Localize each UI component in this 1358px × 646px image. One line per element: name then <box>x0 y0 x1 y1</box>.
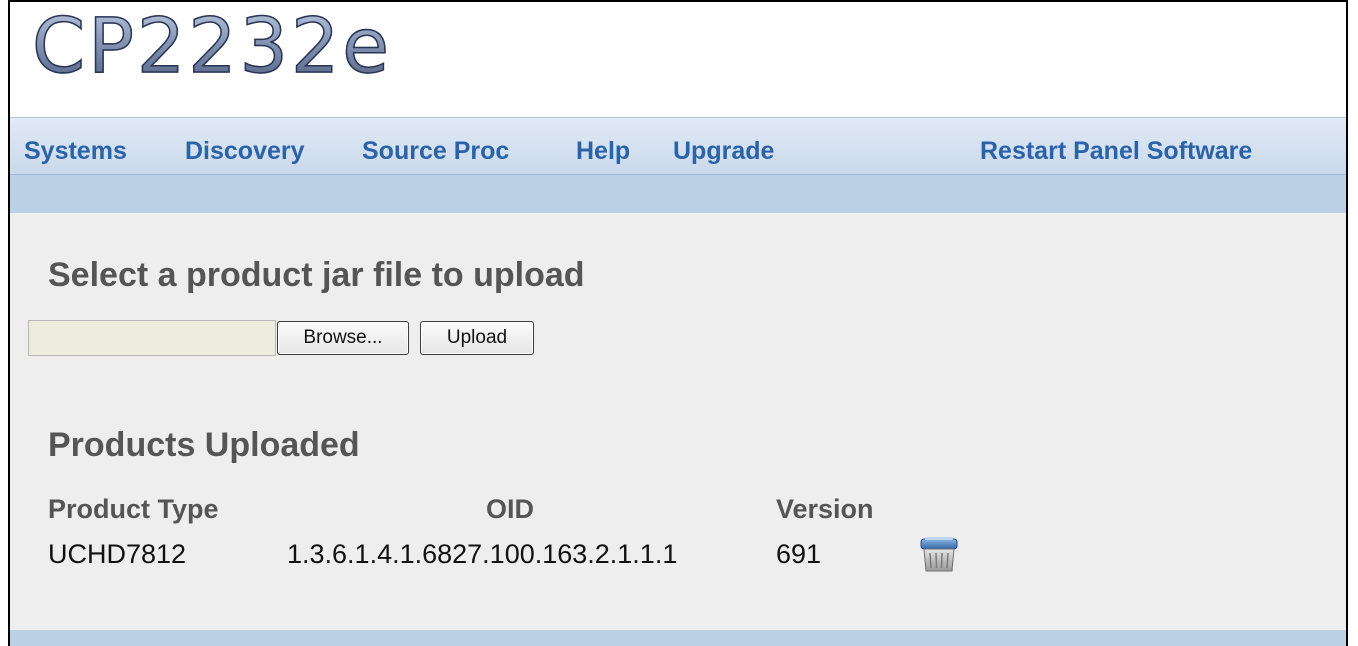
header: CP2232e <box>10 2 1346 117</box>
nav-upgrade[interactable]: Upgrade <box>673 139 774 164</box>
cell-oid: 1.3.6.1.4.1.6827.100.163.2.1.1.1 <box>287 539 678 569</box>
nav-discovery[interactable]: Discovery <box>185 139 305 164</box>
main-nav: Systems Discovery Source Proc Help Upgra… <box>10 117 1346 175</box>
nav-help[interactable]: Help <box>576 139 630 164</box>
upload-heading: Select a product jar file to upload <box>48 256 585 294</box>
nav-systems[interactable]: Systems <box>24 139 127 164</box>
cell-product-type: UCHD7812 <box>48 539 187 569</box>
file-path-field[interactable] <box>28 320 276 356</box>
app-logo: CP2232e <box>31 1 393 90</box>
footer-bar <box>10 630 1346 646</box>
main-content: Select a product jar file to upload Brow… <box>10 213 1346 631</box>
nav-restart-panel-software[interactable]: Restart Panel Software <box>980 139 1252 164</box>
sub-nav-bar <box>10 175 1346 213</box>
products-heading: Products Uploaded <box>48 426 360 464</box>
delete-icon[interactable] <box>918 535 960 575</box>
browse-button[interactable]: Browse... <box>277 321 409 355</box>
app-window: CP2232e Systems Discovery Source Proc He… <box>8 0 1348 646</box>
column-header-product-type: Product Type <box>48 494 219 524</box>
cell-version: 691 <box>776 539 822 569</box>
column-header-version: Version <box>776 494 874 524</box>
column-header-oid: OID <box>486 494 535 524</box>
upload-button[interactable]: Upload <box>420 321 534 355</box>
nav-source-proc[interactable]: Source Proc <box>362 139 509 164</box>
